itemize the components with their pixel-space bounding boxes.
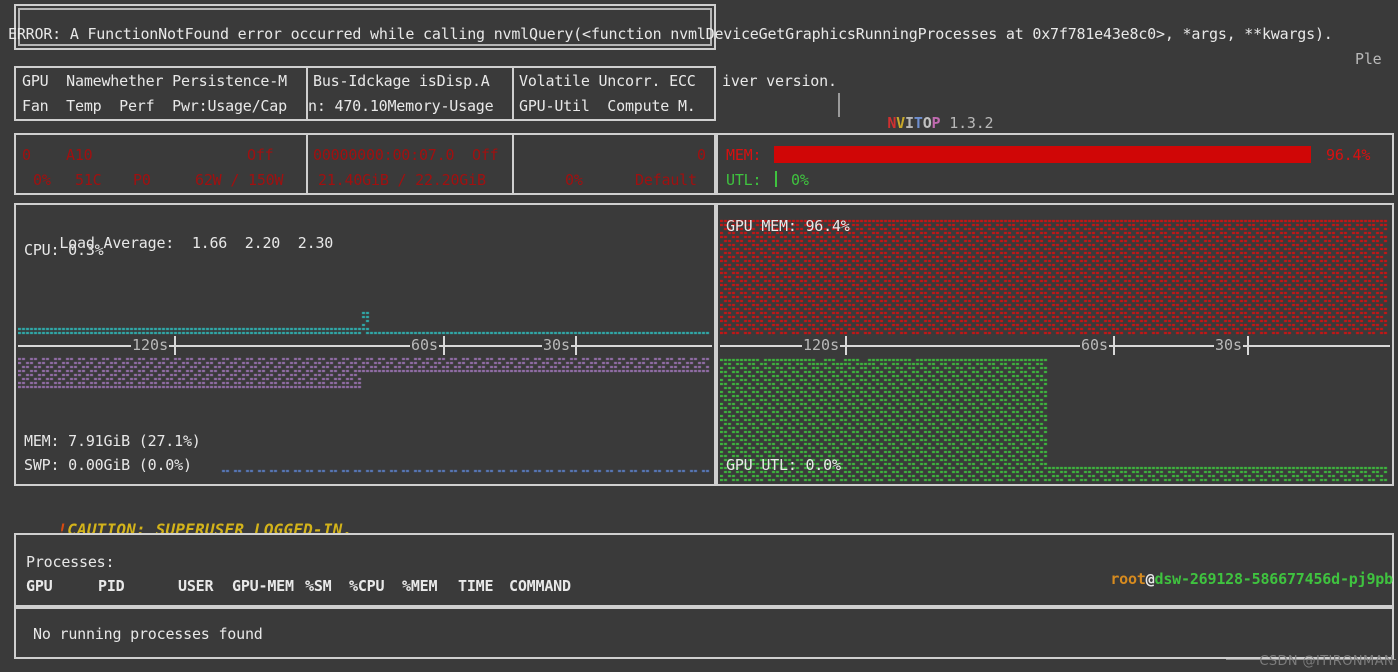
processes-user-host: root@dsw-269128-586677456d-pj9pb	[1075, 554, 1393, 605]
device-header-sep-2	[512, 66, 514, 121]
device-temp: 51C	[75, 171, 102, 189]
device-header-col3-line2: GPU-Util Compute M.	[519, 97, 696, 115]
device-axis-tick-30s	[1247, 336, 1249, 355]
watermark: CSDN @ITIRONMAN	[1259, 654, 1394, 669]
device-persistence: Off	[247, 146, 274, 164]
host-load-average-value: 1.66 2.20 2.30	[191, 234, 334, 252]
device-bus-id: 00000000:00:07.0	[313, 146, 455, 164]
device-axis: 120s 60s 30s	[720, 336, 1390, 355]
processes-title: Processes:	[26, 553, 115, 571]
device-header-col4-line1: iver version.	[722, 72, 837, 90]
processes-empty-message: No running processes found	[33, 625, 263, 643]
nvitop-letter-v: V	[896, 114, 906, 132]
processes-at-sign: @	[1145, 570, 1155, 588]
device-display-active: Off	[472, 146, 499, 164]
error-banner-line2: Ple	[1355, 50, 1382, 68]
host-cpu-label: CPU: 0.3%	[24, 241, 104, 259]
device-index: 0	[22, 146, 31, 164]
mem-gauge-label: MEM:	[726, 146, 762, 164]
device-axis-label-60s: 60s	[1080, 336, 1110, 354]
device-axis-label-120s: 120s	[802, 336, 841, 354]
device-row-sep-1	[306, 133, 308, 195]
nvitop-letter-i: I	[905, 114, 914, 132]
gpu-mem-label: GPU MEM: 96.4%	[726, 217, 850, 235]
host-axis: 120s 60s 30s	[18, 336, 712, 355]
host-axis-rule	[18, 345, 712, 347]
processes-col-cpu: %CPU	[349, 577, 385, 595]
mem-gauge-bar	[774, 146, 1311, 163]
utl-gauge-label: UTL:	[726, 171, 762, 189]
host-axis-tick-60s	[443, 336, 445, 355]
processes-host: dsw-269128-586677456d-pj9pb	[1154, 570, 1394, 588]
device-name: A10	[66, 146, 93, 164]
device-ecc: 0	[697, 146, 706, 164]
host-axis-label-60s: 60s	[410, 336, 440, 354]
processes-col-pid: PID	[98, 577, 125, 595]
utl-gauge-bar	[775, 171, 777, 187]
error-banner-line1: ERROR: A FunctionNotFound error occurred…	[8, 25, 1333, 43]
nvitop-version-number: 1.3.2	[949, 114, 994, 132]
processes-user: root	[1110, 570, 1146, 588]
device-header-col2-line2: n: 470.10Memory-Usage	[308, 97, 494, 115]
device-header-col1-line1: GPU Namewhether Persistence-M	[22, 72, 287, 90]
processes-col-user: USER	[178, 577, 214, 595]
processes-col-sm: %SM	[305, 577, 332, 595]
host-swp-label: SWP: 0.00GiB (0.0%)	[24, 456, 192, 474]
gpu-utl-label: GPU UTL: 0.0%	[726, 456, 841, 474]
nvitop-letter-t: T	[913, 114, 923, 132]
processes-col-gpu: GPU	[26, 577, 53, 595]
utl-gauge-value: 0%	[791, 171, 809, 189]
device-axis-label-30s: 30s	[1214, 336, 1244, 354]
host-axis-label-120s: 120s	[131, 336, 170, 354]
device-fan: 0%	[33, 171, 51, 189]
nvitop-letter-o: O	[922, 114, 932, 132]
host-axis-tick-120s	[174, 336, 176, 355]
mem-gauge-value: 96.4%	[1326, 146, 1371, 164]
version-divider	[838, 93, 840, 117]
processes-col-command: COMMAND	[509, 577, 571, 595]
processes-col-time: TIME	[458, 577, 494, 595]
device-memory-usage: 21.40GiB / 22.20GiB	[318, 171, 486, 189]
device-axis-tick-60s	[1113, 336, 1115, 355]
device-row-sep-2	[512, 133, 514, 195]
device-header-col2-line1: Bus-Idckage isDisp.A	[313, 72, 490, 90]
device-axis-tick-120s	[845, 336, 847, 355]
nvitop-terminal: ERROR: A FunctionNotFound error occurred…	[0, 0, 1398, 672]
device-power: 62W / 150W	[195, 171, 284, 189]
host-mem-label: MEM: 7.91GiB (27.1%)	[24, 432, 201, 450]
processes-col-gpu-mem: GPU-MEM	[232, 577, 294, 595]
host-axis-tick-30s	[575, 336, 577, 355]
processes-col-mem: %MEM	[402, 577, 438, 595]
device-perf: P0	[133, 171, 151, 189]
nvitop-letter-n: N	[887, 114, 897, 132]
device-compute-mode: Default	[635, 171, 697, 189]
device-gpu-util: 0%	[565, 171, 583, 189]
host-axis-label-30s: 30s	[542, 336, 572, 354]
device-gauge-panel	[716, 133, 1394, 195]
device-header-col1-line2: Fan Temp Perf Pwr:Usage/Cap	[22, 97, 287, 115]
device-header-col3-line1: Volatile Uncorr. ECC	[519, 72, 696, 90]
